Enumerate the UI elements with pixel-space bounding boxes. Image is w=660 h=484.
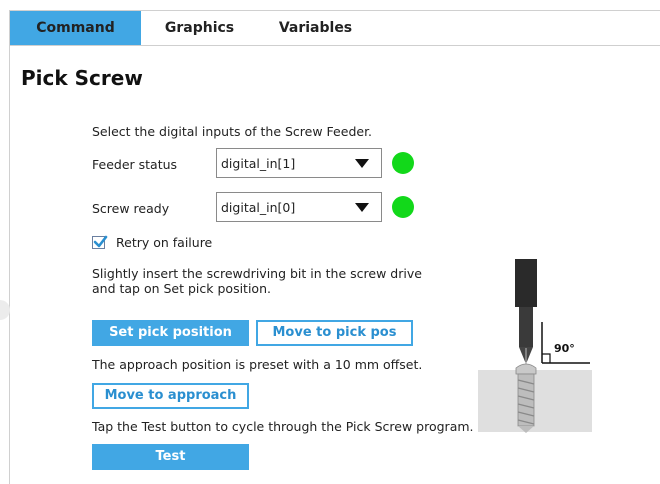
tab-bar: Command Graphics Variables bbox=[10, 11, 660, 45]
retry-label: Retry on failure bbox=[116, 235, 213, 250]
feeder-status-dropdown[interactable]: digital_in[1] bbox=[216, 148, 382, 178]
move-to-approach-button[interactable]: Move to approach bbox=[92, 383, 249, 409]
insert-instruction-line2: and tap on Set pick position. bbox=[92, 281, 271, 296]
tab-command[interactable]: Command bbox=[10, 11, 141, 45]
panel-left-border bbox=[9, 10, 10, 484]
checkmark-icon bbox=[93, 235, 108, 248]
screw-ready-dropdown[interactable]: digital_in[0] bbox=[216, 192, 382, 222]
screw-ready-label: Screw ready bbox=[92, 201, 170, 216]
chevron-down-icon bbox=[355, 159, 369, 168]
tab-divider bbox=[10, 45, 660, 46]
angle-label: 90° bbox=[554, 342, 575, 355]
insert-instruction-line1: Slightly insert the screwdriving bit in … bbox=[92, 266, 422, 281]
select-inputs-instruction: Select the digital inputs of the Screw F… bbox=[92, 124, 373, 139]
feeder-status-value: digital_in[1] bbox=[221, 156, 296, 171]
page-title: Pick Screw bbox=[21, 66, 143, 90]
retry-checkbox[interactable] bbox=[92, 235, 108, 249]
set-pick-position-button[interactable]: Set pick position bbox=[92, 320, 249, 346]
chevron-down-icon bbox=[355, 203, 369, 212]
screwdriver-illustration: 90° bbox=[478, 258, 594, 438]
screw-ready-indicator bbox=[392, 196, 414, 218]
test-hint-text: Tap the Test button to cycle through the… bbox=[92, 419, 474, 434]
tab-variables[interactable]: Variables bbox=[258, 11, 373, 45]
approach-offset-text: The approach position is preset with a 1… bbox=[92, 357, 423, 372]
feeder-status-label: Feeder status bbox=[92, 157, 178, 172]
screwdriver-icon: 90° bbox=[478, 259, 592, 433]
tab-graphics[interactable]: Graphics bbox=[141, 11, 258, 45]
test-button[interactable]: Test bbox=[92, 444, 249, 470]
feeder-status-indicator bbox=[392, 152, 414, 174]
move-to-pick-button[interactable]: Move to pick pos bbox=[256, 320, 413, 346]
screw-ready-value: digital_in[0] bbox=[221, 200, 296, 215]
